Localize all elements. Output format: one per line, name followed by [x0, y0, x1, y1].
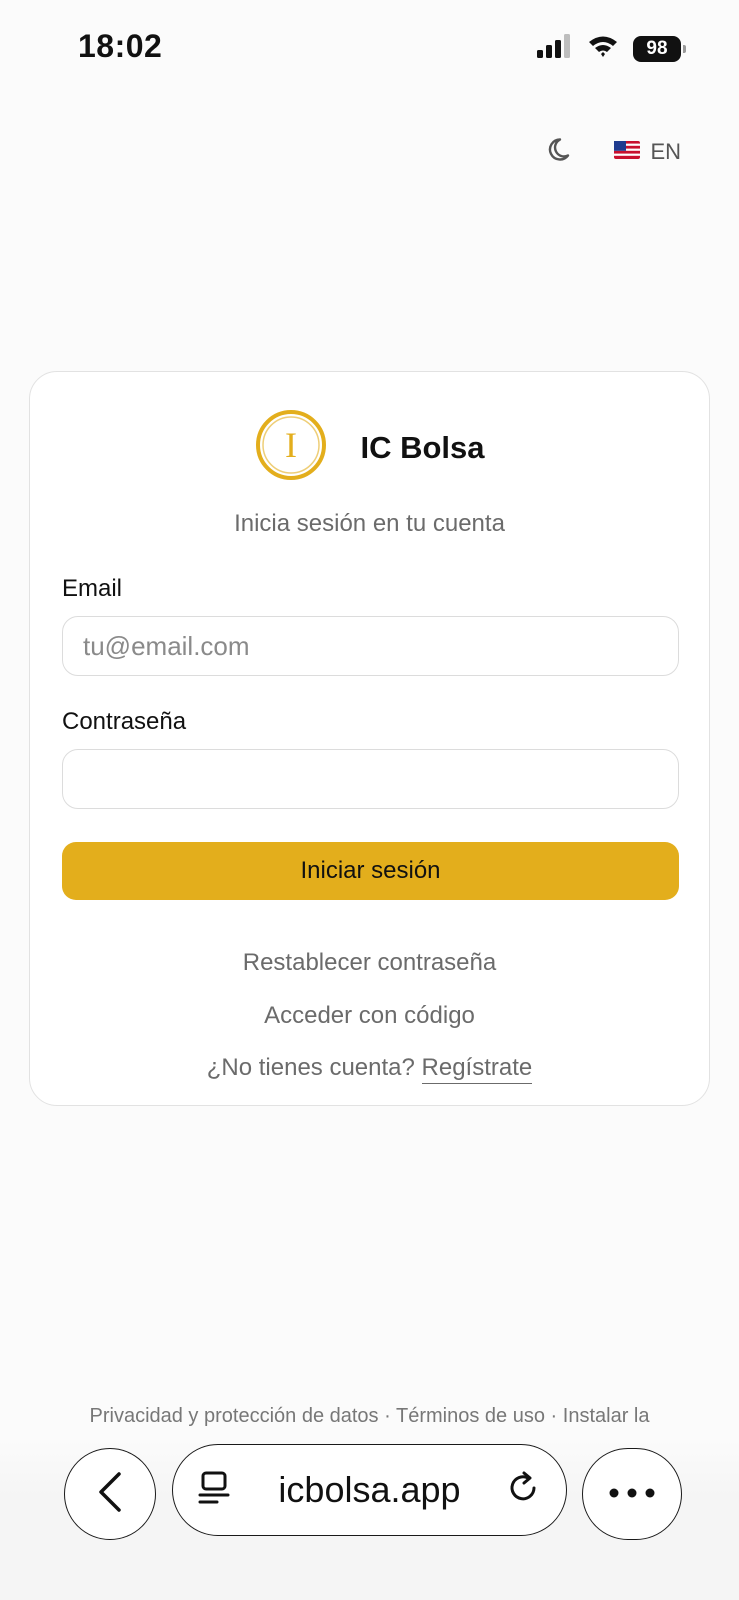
- back-icon: [95, 1471, 125, 1518]
- password-label: Contraseña: [62, 708, 187, 735]
- wifi-icon: [587, 34, 619, 63]
- language-code: EN: [650, 139, 681, 164]
- brand-logo-letter: I: [285, 425, 297, 465]
- register-link[interactable]: Regístrate: [421, 1054, 533, 1084]
- theme-toggle-button[interactable]: [546, 136, 578, 168]
- language-selector[interactable]: EN: [614, 139, 681, 165]
- signal-icon: [537, 34, 573, 63]
- us-flag-icon: [614, 140, 641, 164]
- terms-link[interactable]: Términos de uso: [396, 1405, 545, 1427]
- password-field[interactable]: [62, 749, 679, 809]
- status-icons: 98: [537, 34, 686, 63]
- register-row: ¿No tienes cuenta? Regístrate: [30, 1054, 709, 1084]
- status-time: 18:02: [78, 28, 163, 64]
- login-subtitle: Inicia sesión en tu cuenta: [234, 510, 505, 537]
- battery-icon: 98: [633, 35, 686, 62]
- email-label: Email: [62, 575, 123, 602]
- install-link[interactable]: Instalar la: [563, 1405, 650, 1427]
- url-text: icbolsa.app: [278, 1469, 461, 1510]
- login-card: I IC Bolsa Inicia sesión en tu cuenta Em…: [29, 371, 710, 1106]
- reset-password-link[interactable]: Restablecer contraseña: [30, 949, 709, 977]
- login-button[interactable]: Iniciar sesión: [62, 842, 679, 900]
- more-button[interactable]: [582, 1448, 682, 1540]
- moon-icon: [548, 136, 576, 169]
- status-bar: 18:02 98: [0, 0, 739, 100]
- brand: I IC Bolsa: [30, 408, 709, 487]
- privacy-link[interactable]: Privacidad y protección de datos: [90, 1405, 379, 1427]
- url-bar[interactable]: icbolsa.app: [172, 1444, 567, 1536]
- code-login-link[interactable]: Acceder con código: [30, 1002, 709, 1030]
- reader-icon: [197, 1470, 233, 1511]
- footer: Privacidad y protección de datos · Térmi…: [0, 1405, 739, 1428]
- brand-logo: I: [254, 408, 328, 487]
- back-button[interactable]: [64, 1448, 156, 1540]
- browser-toolbar: icbolsa.app: [0, 1440, 739, 1600]
- footer-separator: ·: [384, 1405, 391, 1427]
- reload-icon[interactable]: [506, 1470, 542, 1511]
- no-account-text: ¿No tienes cuenta?: [206, 1054, 415, 1081]
- brand-name: IC Bolsa: [360, 429, 485, 465]
- footer-separator: ·: [550, 1405, 558, 1427]
- top-controls: EN: [546, 136, 681, 168]
- more-icon: [609, 1485, 655, 1503]
- email-field[interactable]: [62, 616, 679, 676]
